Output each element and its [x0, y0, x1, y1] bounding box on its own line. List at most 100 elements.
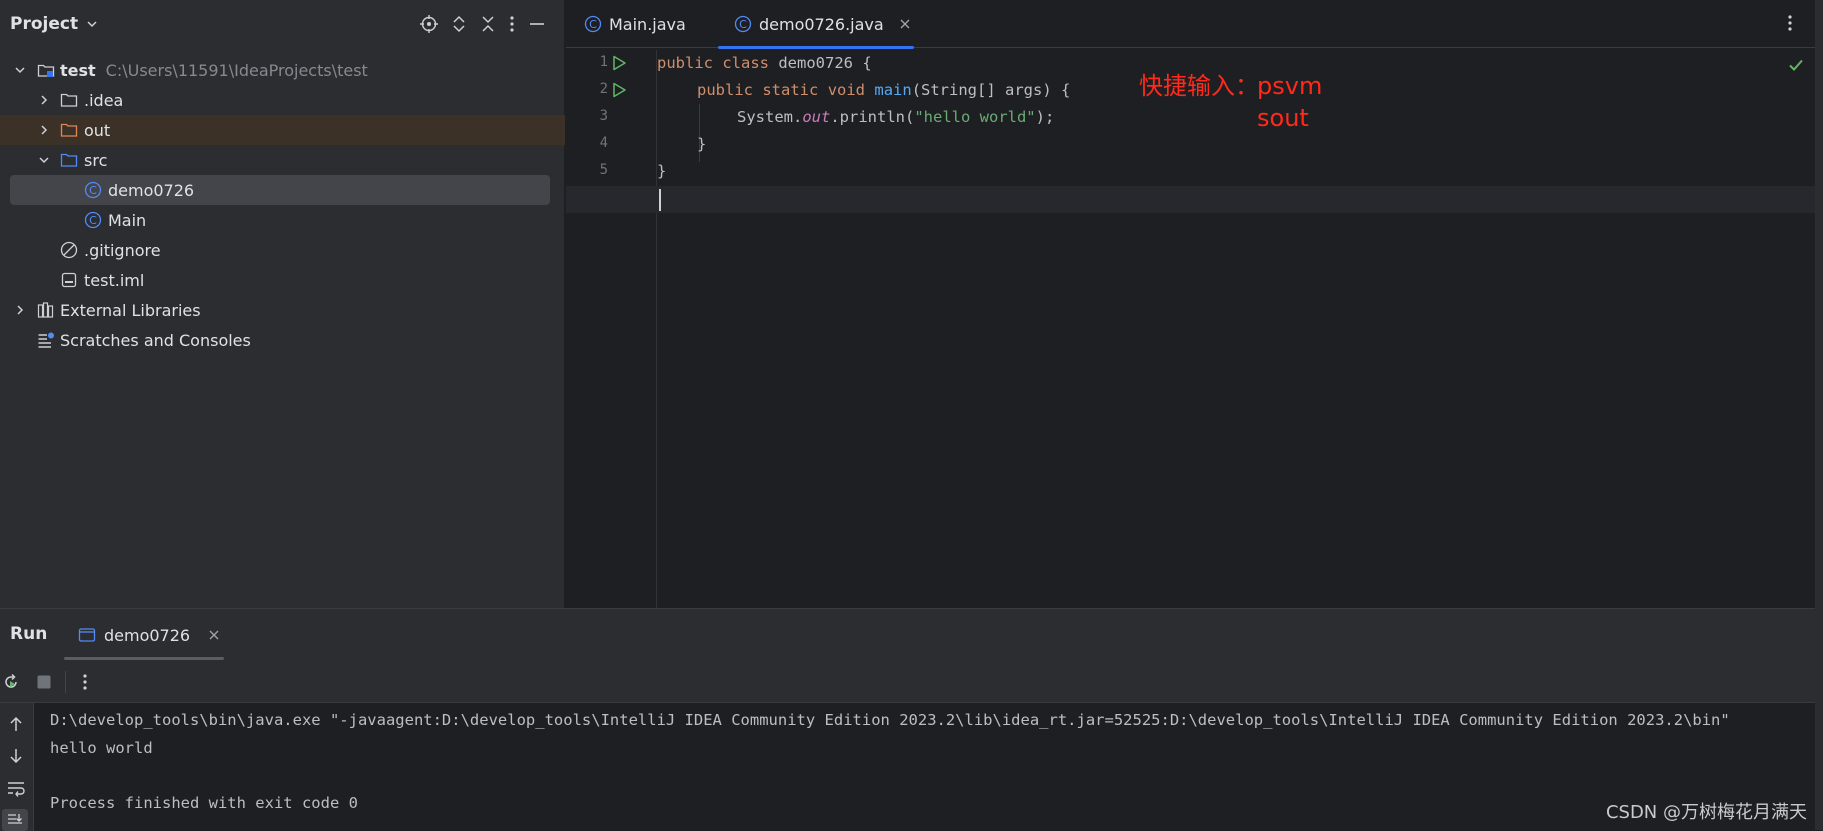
line-number-gutter[interactable]: 1 2 3 4 5 6 — [566, 50, 657, 608]
tree-item-out-folder[interactable]: out — [0, 115, 565, 145]
arrow-up-icon[interactable] — [8, 715, 24, 733]
code-line-1: public class demo0726 { — [657, 50, 872, 77]
project-view-selector[interactable]: Project — [10, 10, 98, 38]
rerun-icon[interactable] — [2, 673, 20, 691]
code-text: System. — [737, 108, 803, 126]
tree-item-iml-file[interactable]: test.iml — [0, 265, 565, 295]
code-line-4: } — [697, 131, 706, 158]
tree-item-src-folder[interactable]: src — [0, 145, 565, 175]
module-folder-icon — [37, 64, 55, 77]
line-number: 2 — [599, 81, 608, 97]
toolbar-divider — [65, 671, 66, 693]
inspection-ok-icon[interactable] — [1787, 56, 1805, 74]
more-vertical-icon[interactable] — [82, 673, 88, 691]
tree-item-label: test.iml — [84, 270, 145, 290]
close-icon[interactable] — [208, 629, 220, 641]
java-class-icon: C — [734, 15, 752, 33]
svg-text:C: C — [89, 184, 97, 197]
run-header: Run demo0726 — [0, 609, 1823, 661]
chevron-down-icon[interactable] — [13, 63, 27, 77]
code-text: (String[] args) { — [911, 81, 1071, 99]
tree-item-label: demo0726 — [108, 180, 195, 200]
code-text: } — [657, 162, 667, 180]
locate-icon[interactable] — [420, 15, 438, 33]
more-vertical-icon[interactable] — [1787, 14, 1793, 32]
string-literal: "hello world" — [914, 108, 1036, 126]
run-class-icon[interactable] — [610, 54, 628, 72]
tree-item-demo0726-class[interactable]: C demo0726 — [10, 175, 550, 205]
expand-all-icon[interactable] — [451, 15, 467, 33]
java-class-icon: C — [84, 211, 102, 229]
current-line-highlight — [566, 186, 1823, 213]
tree-item-label: Scratches and Consoles — [60, 330, 251, 350]
tree-item-label: .gitignore — [84, 240, 161, 260]
run-tab-demo0726[interactable]: demo0726 — [64, 609, 224, 661]
keyword: public — [697, 81, 753, 99]
chevron-down-icon — [87, 21, 97, 28]
close-icon[interactable] — [899, 18, 911, 30]
keyword: static — [762, 81, 819, 99]
run-tool-window: Run demo0726 D:\develop_tools\bin\java.e… — [0, 608, 1823, 831]
editor-tab-bar: C Main.java C demo0726.java — [566, 0, 1823, 49]
annotation-label: 快捷输入： — [1139, 72, 1259, 100]
scroll-to-end-button[interactable] — [2, 809, 28, 831]
code-text: demo0726 { — [769, 54, 872, 72]
ignore-file-icon — [60, 241, 78, 259]
tree-item-main-class[interactable]: C Main — [0, 205, 565, 235]
scratches-icon — [38, 332, 54, 348]
line-number: 1 — [599, 54, 608, 70]
project-tool-window: Project test C:\Users\11591\IdeaProjects\… — [0, 0, 565, 608]
code-editor[interactable]: public class demo0726 { public static vo… — [566, 50, 1823, 608]
console-line: hello world — [50, 738, 153, 757]
scroll-to-end-icon — [8, 814, 22, 824]
module-path: C:\Users\11591\IdeaProjects\test — [105, 60, 368, 80]
soft-wrap-icon[interactable] — [6, 779, 26, 797]
hide-icon[interactable] — [528, 15, 546, 33]
libraries-icon — [37, 302, 54, 318]
watermark: CSDN @万树梅花月满天 — [1605, 802, 1807, 823]
console-line: D:\develop_tools\bin\java.exe "-javaagen… — [50, 711, 1730, 729]
run-tab-label: demo0726 — [104, 625, 191, 645]
line-number: 3 — [599, 108, 608, 124]
tree-item-external-libraries[interactable]: External Libraries — [0, 295, 565, 325]
code-text: ); — [1035, 108, 1055, 126]
tab-label: Main.java — [609, 14, 686, 34]
tab-demo0726-java[interactable]: C demo0726.java — [718, 0, 914, 49]
arrow-down-icon[interactable] — [8, 747, 24, 765]
tree-item-label: Main — [108, 210, 147, 230]
annotation-psvm: psvm — [1257, 72, 1323, 100]
console-line: Process finished with exit code 0 — [50, 793, 358, 812]
project-panel-title: Project — [10, 14, 79, 34]
code-text: .println( — [830, 108, 915, 126]
code-line-3: System.out.println("hello world"); — [737, 104, 1054, 131]
more-vertical-icon[interactable] — [509, 15, 515, 33]
tree-item-label: out — [84, 120, 111, 140]
run-panel-title: Run — [10, 624, 48, 644]
svg-text:C: C — [589, 18, 597, 31]
source-folder-icon — [60, 153, 78, 167]
svg-text:C: C — [89, 214, 97, 227]
java-class-icon: C — [84, 181, 102, 199]
line-number: 5 — [599, 162, 608, 178]
chevron-right-icon[interactable] — [37, 123, 51, 137]
chevron-down-icon[interactable] — [37, 153, 51, 167]
tree-item-label: src — [84, 150, 108, 170]
stop-icon[interactable] — [36, 674, 52, 690]
text-caret — [659, 189, 661, 211]
chevron-right-icon[interactable] — [13, 303, 27, 317]
svg-text:C: C — [739, 18, 747, 31]
run-main-icon[interactable] — [610, 81, 628, 99]
tree-item-scratches[interactable]: Scratches and Consoles — [0, 325, 565, 355]
iml-file-icon — [61, 272, 77, 288]
chevron-right-icon[interactable] — [37, 93, 51, 107]
run-toolbar — [0, 661, 1823, 703]
tree-item-idea-folder[interactable]: .idea — [0, 85, 565, 115]
tree-item-gitignore[interactable]: .gitignore — [0, 235, 565, 265]
keyword: public — [657, 54, 713, 72]
console-output[interactable]: D:\develop_tools\bin\java.exe "-javaagen… — [50, 707, 1823, 831]
folder-icon — [60, 93, 78, 107]
tree-item-test-module[interactable]: test C:\Users\11591\IdeaProjects\test — [0, 55, 565, 85]
collapse-all-icon[interactable] — [480, 15, 496, 33]
tab-main-java[interactable]: C Main.java — [584, 0, 686, 48]
